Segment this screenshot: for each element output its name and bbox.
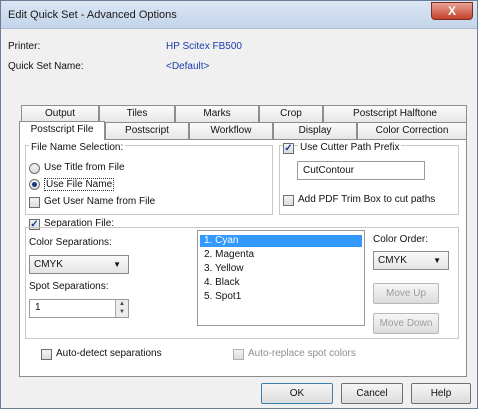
- printer-label: Printer:: [8, 41, 41, 52]
- check-icon: ✓: [284, 143, 293, 154]
- quickset-name-value: <Default>: [166, 61, 210, 72]
- auto-replace-checkbox[interactable]: [233, 349, 244, 360]
- auto-replace-label[interactable]: Auto-replace spot colors: [248, 348, 356, 359]
- use-filename-radio[interactable]: [29, 179, 40, 190]
- auto-detect-label[interactable]: Auto-detect separations: [56, 348, 162, 359]
- separation-list[interactable]: 1. Cyan 2. Magenta 3. Yellow 4. Black 5.…: [197, 230, 365, 326]
- chevron-down-icon: ▼: [433, 256, 441, 265]
- list-item-selected[interactable]: 1. Cyan: [200, 235, 362, 247]
- color-separations-dropdown[interactable]: CMYK ▼: [29, 255, 129, 274]
- move-up-button[interactable]: Move Up: [373, 283, 439, 304]
- quickset-name-label: Quick Set Name:: [8, 61, 84, 72]
- dialog-window: Edit Quick Set - Advanced Options X Prin…: [0, 0, 478, 409]
- cancel-button[interactable]: Cancel: [341, 383, 403, 404]
- tab-marks[interactable]: Marks: [175, 105, 259, 122]
- chevron-down-icon: ▼: [113, 260, 121, 269]
- tab-tiles[interactable]: Tiles: [99, 105, 175, 122]
- tab-workflow[interactable]: Workflow: [189, 122, 273, 139]
- tab-postscript[interactable]: Postscript: [105, 122, 189, 139]
- spot-separations-label: Spot Separations:: [29, 281, 109, 292]
- stepper-buttons[interactable]: ▲ ▼: [115, 300, 128, 317]
- close-button[interactable]: X: [431, 2, 473, 20]
- use-cutter-checkbox[interactable]: ✓: [283, 143, 294, 154]
- tab-output[interactable]: Output: [21, 105, 99, 122]
- tab-postscript-file[interactable]: Postscript File: [19, 121, 105, 140]
- color-order-label: Color Order:: [373, 234, 429, 245]
- tab-display[interactable]: Display: [273, 122, 357, 139]
- list-item[interactable]: 3. Yellow: [200, 263, 362, 275]
- use-title-radio[interactable]: [29, 163, 40, 174]
- printer-value: HP Scitex FB500: [166, 41, 242, 52]
- color-order-dropdown[interactable]: CMYK ▼: [373, 251, 449, 270]
- get-user-name-checkbox[interactable]: [29, 197, 40, 208]
- list-item[interactable]: 4. Black: [200, 277, 362, 289]
- use-filename-label[interactable]: Use File Name: [44, 178, 115, 191]
- move-down-button[interactable]: Move Down: [373, 313, 439, 334]
- use-title-label[interactable]: Use Title from File: [44, 162, 125, 173]
- auto-detect-checkbox[interactable]: [41, 349, 52, 360]
- use-cutter-label[interactable]: Use Cutter Path Prefix: [298, 142, 402, 153]
- list-item[interactable]: 2. Magenta: [200, 249, 362, 261]
- title-bar[interactable]: Edit Quick Set - Advanced Options X: [1, 1, 477, 29]
- window-title: Edit Quick Set - Advanced Options: [8, 9, 177, 21]
- arrow-down-icon[interactable]: ▼: [116, 308, 128, 316]
- ok-button[interactable]: OK: [261, 383, 333, 404]
- list-item[interactable]: 5. Spot1: [200, 291, 362, 303]
- tab-crop[interactable]: Crop: [259, 105, 323, 122]
- tab-color-correction[interactable]: Color Correction: [357, 122, 467, 139]
- arrow-up-icon[interactable]: ▲: [116, 300, 128, 308]
- add-pdf-trim-label[interactable]: Add PDF Trim Box to cut paths: [298, 194, 435, 205]
- close-icon: X: [447, 4, 456, 18]
- tab-postscript-halftone[interactable]: Postscript Halftone: [323, 105, 467, 122]
- cutter-prefix-input[interactable]: CutContour: [297, 161, 425, 180]
- radio-selected-dot: [32, 182, 37, 187]
- help-button[interactable]: Help: [411, 383, 471, 404]
- color-separations-label: Color Separations:: [29, 237, 112, 248]
- spot-separations-stepper[interactable]: 1 ▲ ▼: [29, 299, 129, 318]
- file-name-selection-label: File Name Selection:: [29, 142, 126, 153]
- get-user-name-label[interactable]: Get User Name from File: [44, 196, 155, 207]
- add-pdf-trim-checkbox[interactable]: [283, 195, 294, 206]
